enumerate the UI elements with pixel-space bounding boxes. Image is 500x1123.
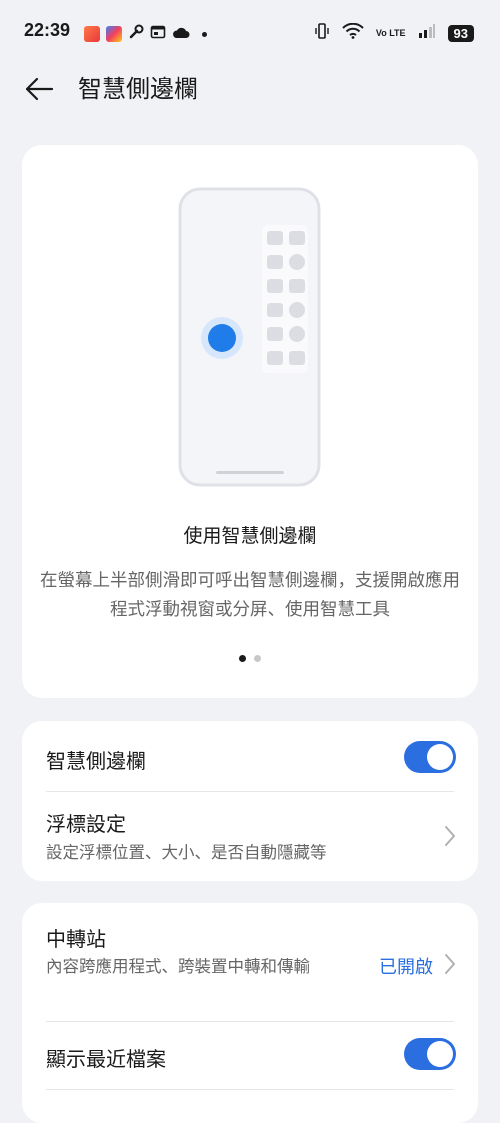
game-app-icon xyxy=(84,26,100,42)
calendar-icon xyxy=(150,24,166,44)
intro-description: 在螢幕上半部側滑即可呼出智慧側邊欄，支援開啟應用程式浮動視窗或分屏、使用智慧工具 xyxy=(40,571,460,620)
photo-app-icon xyxy=(106,26,122,42)
smart-sidebar-label: 智慧側邊欄 xyxy=(46,749,146,773)
status-time: 22:39 xyxy=(24,20,71,40)
page-dot-1 xyxy=(239,655,246,662)
divider xyxy=(46,1089,454,1090)
page-indicator[interactable] xyxy=(22,655,478,662)
page-dot-2 xyxy=(254,655,261,662)
phone-illustration xyxy=(178,187,321,487)
recent-files-toggle[interactable] xyxy=(404,1038,456,1070)
page-title: 智慧側邊欄 xyxy=(78,75,198,103)
recent-files-row[interactable]: 顯示最近檔案 xyxy=(22,1022,478,1090)
recent-files-label: 顯示最近檔案 xyxy=(46,1047,166,1071)
transfer-station-row[interactable]: 中轉站 內容跨應用程式、跨裝置中轉和傳輸 已開啟 xyxy=(22,903,478,1021)
intro-title: 使用智慧側邊欄 xyxy=(183,525,317,547)
network-type: Vo LTE xyxy=(375,27,406,38)
back-button[interactable] xyxy=(22,72,56,106)
intro-card: 使用智慧側邊欄 在螢幕上半部側滑即可呼出智慧側邊欄，支援開啟應用程式浮動視窗或分… xyxy=(22,145,478,698)
notification-icons xyxy=(84,24,207,44)
back-arrow-icon xyxy=(25,77,54,101)
sidebar-settings-card: 智慧側邊欄 浮標設定 設定浮標位置、大小、是否自動隱藏等 xyxy=(22,721,478,881)
cloud-icon xyxy=(172,25,190,44)
transfer-station-label: 中轉站 xyxy=(46,927,106,951)
toggle-knob xyxy=(427,744,453,770)
status-bar: 22:39 Vo LTE 93 xyxy=(0,0,500,66)
battery-icon: 93 xyxy=(447,24,474,42)
float-settings-label: 浮標設定 xyxy=(46,812,126,836)
wifi-icon xyxy=(342,22,364,43)
smart-sidebar-row[interactable]: 智慧側邊欄 xyxy=(22,721,478,791)
smart-sidebar-toggle[interactable] xyxy=(404,741,456,773)
transfer-station-status: 已開啟 xyxy=(379,957,433,978)
chevron-right-icon xyxy=(445,954,455,974)
signal-icon xyxy=(418,23,436,43)
chevron-right-icon xyxy=(445,826,455,846)
wrench-icon xyxy=(128,24,144,44)
status-right: Vo LTE 93 xyxy=(314,22,474,44)
dot-icon xyxy=(202,31,207,37)
transfer-station-description: 內容跨應用程式、跨裝置中轉和傳輸 xyxy=(46,957,310,976)
toggle-knob xyxy=(427,1041,453,1067)
float-settings-description: 設定浮標位置、大小、是否自動隱藏等 xyxy=(46,843,327,862)
float-settings-row[interactable]: 浮標設定 設定浮標位置、大小、是否自動隱藏等 xyxy=(22,792,478,881)
transfer-station-card: 中轉站 內容跨應用程式、跨裝置中轉和傳輸 已開啟 顯示最近檔案 xyxy=(22,903,478,1123)
vibrate-icon xyxy=(314,22,330,44)
